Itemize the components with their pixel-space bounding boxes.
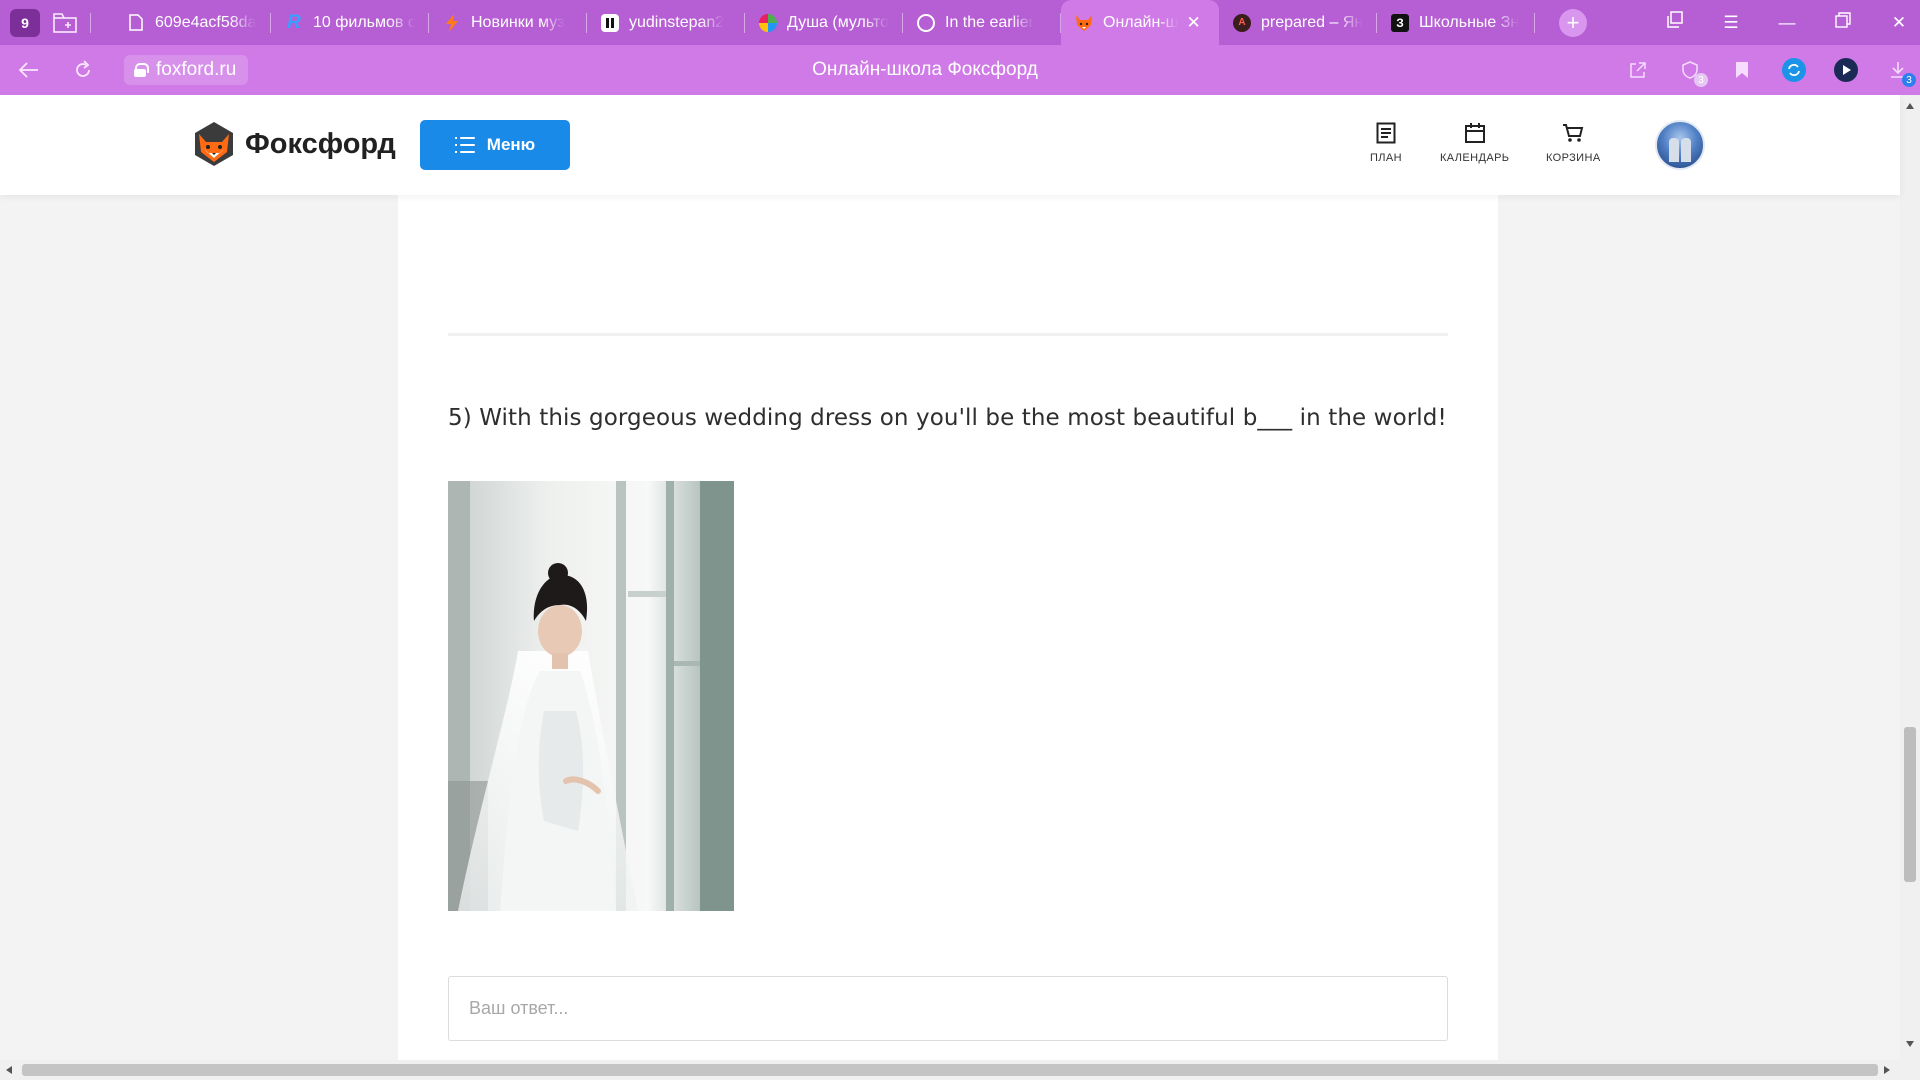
tab-5[interactable]: Душа (мульто <box>745 0 903 45</box>
logo-text: Фоксфорд <box>245 127 396 160</box>
tab-8[interactable]: A prepared – Ян <box>1219 0 1377 45</box>
address-bar: foxford.ru Онлайн-школа Фоксфорд 3 3 <box>0 45 1920 95</box>
hamburger-menu-icon[interactable]: ☰ <box>1720 13 1742 33</box>
downloads-badge: 3 <box>1902 73 1916 87</box>
nav-calendar-label: КАЛЕНДАРЬ <box>1440 152 1510 164</box>
minimize-icon[interactable]: — <box>1776 13 1798 33</box>
bride-photo <box>448 481 734 911</box>
tab-separator <box>90 12 91 33</box>
tab-title: Душа (мульто <box>787 13 889 31</box>
pause-logo-icon <box>601 13 619 32</box>
document-icon <box>127 14 145 32</box>
google-icon <box>917 13 935 32</box>
page-title: Онлайн-школа Фоксфорд <box>812 59 1038 80</box>
lock-icon[interactable] <box>134 63 149 77</box>
back-arrow-icon[interactable] <box>14 55 44 85</box>
nav-cart[interactable]: КОРЗИНА <box>1546 122 1601 164</box>
url-domain: foxford.ru <box>156 59 237 80</box>
browser-tab-strip: 9 609e4acf58da R 10 фильмов с Новинки му… <box>0 0 1920 45</box>
downloads-icon[interactable]: 3 <box>1886 58 1916 87</box>
menu-button[interactable]: Меню <box>420 120 570 170</box>
tab-2[interactable]: R 10 фильмов с <box>271 0 429 45</box>
tab-4[interactable]: yudinstepan2 <box>587 0 745 45</box>
lightning-icon <box>443 13 461 32</box>
user-avatar[interactable] <box>1655 120 1705 170</box>
open-external-icon[interactable] <box>1626 58 1650 82</box>
nav-calendar[interactable]: КАЛЕНДАРЬ <box>1440 122 1509 164</box>
tab-counter-button[interactable]: 9 <box>10 8 40 37</box>
sync-extension-icon[interactable] <box>1782 58 1806 82</box>
vertical-scroll-thumb[interactable] <box>1904 727 1916 882</box>
nav-plan-label: ПЛАН <box>1370 152 1403 164</box>
divider <box>448 333 1448 336</box>
extension-badge: 3 <box>1694 73 1708 87</box>
page-viewport: Фоксфорд Меню ПЛАН КАЛЕНДАРЬ КОРЗИНА 5) … <box>0 95 1920 1080</box>
question-text: 5) With this gorgeous wedding dress on y… <box>448 405 1447 431</box>
scroll-left-icon[interactable] <box>6 1066 12 1074</box>
tab-9[interactable]: З Школьные Зн <box>1377 0 1535 45</box>
tab-7-active[interactable]: Онлайн-ш ✕ <box>1061 0 1219 45</box>
answer-input[interactable] <box>448 976 1448 1041</box>
tab-list: 609e4acf58da R 10 фильмов с Новинки муз … <box>113 0 1535 45</box>
tab-title: Онлайн-ш <box>1103 13 1179 31</box>
url-field[interactable]: foxford.ru <box>124 55 249 85</box>
close-window-icon[interactable]: ✕ <box>1888 13 1910 33</box>
restore-icon[interactable] <box>1832 12 1854 33</box>
bride-illustration <box>448 481 734 911</box>
tab-title: yudinstepan2 <box>629 13 725 31</box>
new-tab-group-icon[interactable] <box>50 9 80 37</box>
tab-title: 10 фильмов с <box>313 13 415 31</box>
z-logo-icon: З <box>1391 13 1409 32</box>
scroll-down-icon[interactable] <box>1906 1041 1914 1047</box>
bookmark-icon[interactable] <box>1730 58 1754 82</box>
window-controls: ☰ — ✕ <box>1664 0 1910 45</box>
cart-icon <box>1562 122 1584 144</box>
scroll-right-icon[interactable] <box>1884 1066 1890 1074</box>
horizontal-scroll-thumb[interactable] <box>22 1064 1878 1076</box>
site-logo[interactable]: Фоксфорд <box>193 120 396 168</box>
new-tab-button[interactable]: + <box>1559 8 1587 37</box>
list-icon <box>454 137 475 153</box>
tab-1[interactable]: 609e4acf58da <box>113 0 271 45</box>
translate-icon: A <box>1233 13 1251 32</box>
tab-title: 609e4acf58da <box>155 13 257 31</box>
tab-title: prepared – Ян <box>1261 13 1363 31</box>
fox-logo-icon <box>195 122 233 166</box>
nav-plan[interactable]: ПЛАН <box>1370 122 1402 164</box>
shield-extension-icon[interactable]: 3 <box>1678 58 1708 87</box>
reload-icon[interactable] <box>68 55 98 85</box>
tabbar-left-tools <box>50 9 91 37</box>
scroll-up-icon[interactable] <box>1906 103 1914 109</box>
r-logo-icon: R <box>287 11 301 33</box>
close-tab-icon[interactable]: ✕ <box>1186 13 1200 33</box>
nav-cart-label: КОРЗИНА <box>1546 152 1601 164</box>
address-bar-tools: 3 3 <box>1626 58 1916 87</box>
tab-6[interactable]: In the earlier <box>903 0 1061 45</box>
tab-title: In the earlier <box>945 13 1034 31</box>
task-card: 5) With this gorgeous wedding dress on y… <box>398 195 1498 1080</box>
plan-icon <box>1375 122 1397 144</box>
horizontal-scrollbar[interactable] <box>0 1060 1920 1080</box>
tab-title: Школьные Зн <box>1419 13 1520 31</box>
tab-3[interactable]: Новинки муз <box>429 0 587 45</box>
globe-icon <box>759 13 777 32</box>
fox-icon <box>1075 14 1093 32</box>
tab-title: Новинки муз <box>471 13 565 31</box>
menu-button-label: Меню <box>486 135 536 154</box>
site-header: Фоксфорд Меню ПЛАН КАЛЕНДАРЬ КОРЗИНА <box>0 95 1900 195</box>
calendar-icon <box>1464 122 1486 144</box>
tab-list-icon[interactable] <box>1664 11 1686 34</box>
vertical-scrollbar[interactable] <box>1900 95 1920 1060</box>
video-extension-icon[interactable] <box>1834 58 1858 82</box>
